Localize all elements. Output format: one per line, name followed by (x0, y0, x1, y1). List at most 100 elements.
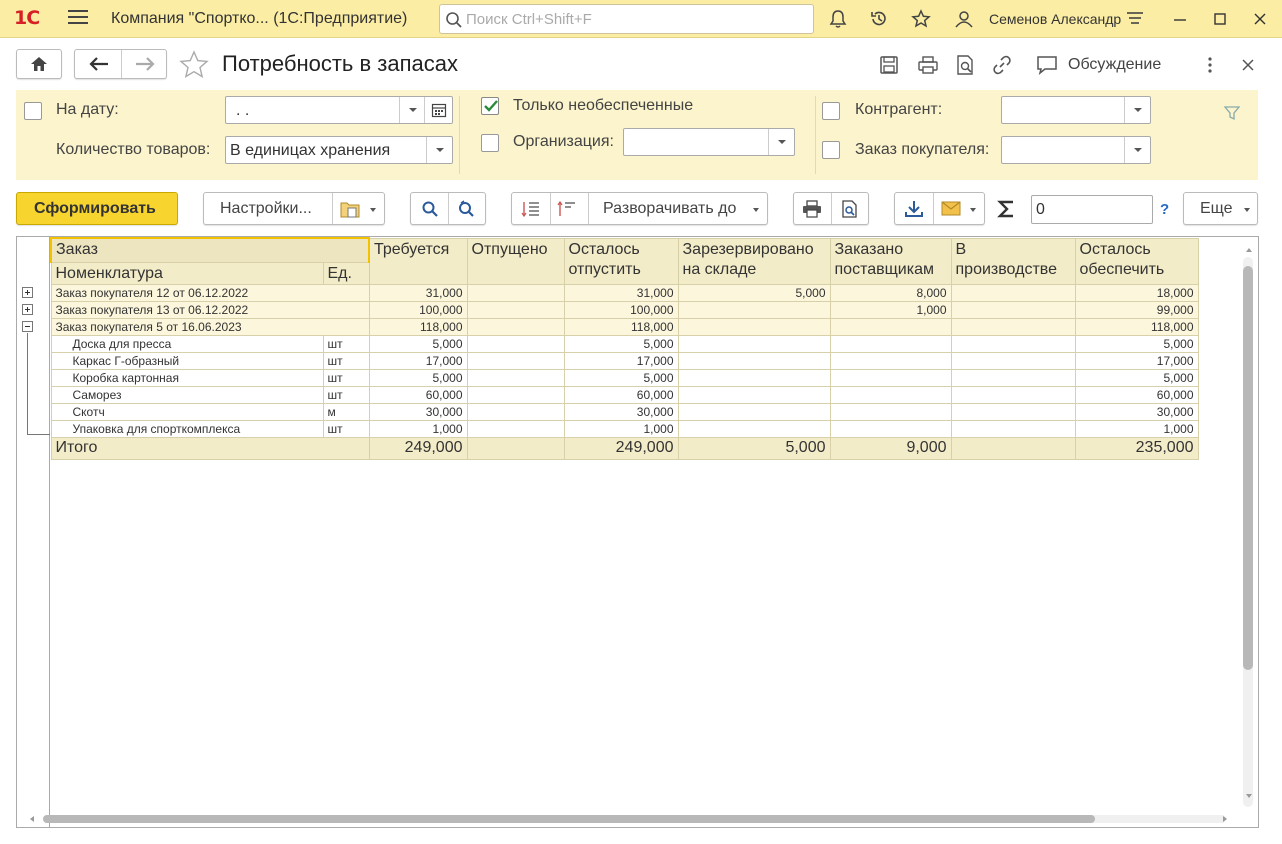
cell-released (466, 385, 565, 404)
contractor-checkbox[interactable] (822, 102, 840, 120)
customer-order-select[interactable] (1001, 136, 1151, 164)
date-input[interactable]: . . (225, 96, 453, 124)
settings-menu-icon[interactable] (1125, 9, 1145, 29)
table-row[interactable]: Заказ покупателя 12 от 06.12.2022 31,000… (50, 283, 1199, 302)
cell-required: 5,000 (368, 334, 468, 353)
global-search-input[interactable]: Поиск Ctrl+Shift+F (439, 4, 814, 34)
only-unsecured-checkbox[interactable] (481, 97, 499, 115)
send-email-icon[interactable] (941, 201, 961, 216)
total-row[interactable]: Итого 249,000 249,000 5,000 9,000 235,00… (50, 436, 1199, 460)
contractor-select[interactable] (1001, 96, 1151, 124)
close-form-icon[interactable] (1237, 54, 1259, 76)
column-header-released[interactable]: Отпущено (466, 237, 565, 285)
email-caret-icon[interactable] (970, 208, 976, 212)
table-row[interactable]: Каркас Г-образный шт 17,000 17,000 17,00… (50, 351, 1199, 370)
sum-value-field[interactable]: 0 (1031, 195, 1153, 224)
column-header-ordered[interactable]: Заказано поставщикам (829, 237, 952, 285)
report-spreadsheet[interactable]: Заказ Требуется Отпущено Осталось отпусти… (16, 236, 1259, 828)
discussion-button[interactable]: Обсуждение (1068, 56, 1161, 74)
cell-ordered (829, 334, 952, 353)
customer-order-checkbox[interactable] (822, 141, 840, 159)
filter-funnel-icon[interactable] (1224, 105, 1240, 121)
table-row[interactable]: Саморез шт 60,000 60,000 60,000 (50, 385, 1199, 404)
report-preview-icon[interactable] (841, 200, 859, 218)
qty-dropdown-button[interactable] (426, 137, 452, 163)
help-button[interactable]: ? (1160, 201, 1169, 218)
print-preview-icon[interactable] (954, 54, 976, 76)
sum-value: 0 (1036, 201, 1045, 218)
home-button[interactable] (16, 49, 62, 79)
history-icon[interactable] (869, 9, 889, 29)
organization-dropdown-button[interactable] (768, 129, 794, 155)
table-row[interactable]: Скотч м 30,000 30,000 30,000 (50, 402, 1199, 421)
expand-group-icon[interactable] (22, 287, 33, 298)
column-header-production[interactable]: Впроизводстве (950, 237, 1076, 285)
back-arrow-icon[interactable] (89, 57, 109, 71)
expand-all-icon[interactable] (521, 200, 541, 218)
scroll-right-arrow-icon[interactable] (1223, 816, 1227, 822)
cell-remaining-secure: 1,000 (1074, 419, 1199, 438)
table-row[interactable]: Заказ покупателя 5 от 16.06.2023 118,000… (50, 317, 1199, 336)
customer-order-dropdown-button[interactable] (1124, 137, 1150, 163)
save-icon[interactable] (878, 54, 900, 76)
favorite-star-icon[interactable] (179, 50, 209, 80)
main-menu-icon[interactable] (68, 10, 88, 26)
table-row[interactable]: Упаковка для спорткомплекса шт 1,000 1,0… (50, 419, 1199, 438)
cell-released (466, 351, 565, 370)
variant-caret-icon[interactable] (370, 208, 376, 212)
close-window-icon[interactable] (1250, 9, 1270, 29)
vertical-scrollbar-thumb[interactable] (1243, 266, 1253, 670)
contractor-label: Контрагент: (855, 101, 943, 118)
user-icon[interactable] (953, 9, 975, 29)
minimize-icon[interactable] (1170, 9, 1190, 29)
column-header-required[interactable]: Требуется (368, 237, 468, 285)
print-icon[interactable] (917, 54, 939, 76)
cell-released (466, 334, 565, 353)
maximize-icon[interactable] (1210, 9, 1230, 29)
horizontal-scrollbar-thumb[interactable] (43, 815, 1095, 823)
column-header-order[interactable]: Заказ (50, 237, 370, 263)
expand-to-button[interactable]: Разворачивать до (603, 200, 736, 218)
find-next-icon[interactable] (457, 200, 477, 218)
notifications-bell-icon[interactable] (828, 9, 848, 29)
report-variant-icon[interactable] (340, 199, 362, 219)
column-header-remaining-secure[interactable]: Осталось обеспечить (1074, 237, 1199, 285)
organization-checkbox[interactable] (481, 134, 499, 152)
table-row[interactable]: Коробка картонная шт 5,000 5,000 5,000 (50, 368, 1199, 387)
date-dropdown-button[interactable] (399, 97, 425, 123)
link-icon[interactable] (991, 54, 1013, 76)
scroll-down-arrow-icon[interactable] (1246, 794, 1252, 798)
discussion-icon[interactable] (1036, 54, 1058, 76)
download-icon[interactable] (904, 200, 924, 218)
more-button[interactable]: Еще (1183, 192, 1258, 225)
contractor-dropdown-button[interactable] (1124, 97, 1150, 123)
scroll-left-arrow-icon[interactable] (30, 816, 34, 822)
date-filter-checkbox[interactable] (24, 102, 42, 120)
settings-button[interactable]: Настройки... (220, 200, 312, 218)
calendar-icon[interactable] (431, 102, 447, 118)
search-icon (446, 12, 462, 28)
more-actions-icon[interactable] (1199, 54, 1221, 76)
column-header-remaining-release[interactable]: Осталось отпустить (563, 237, 679, 285)
expand-to-caret-icon[interactable] (753, 208, 759, 212)
column-header-nomenclature[interactable]: Номенклатура (50, 261, 324, 285)
expand-group-icon[interactable] (22, 304, 33, 315)
favorites-star-icon[interactable] (911, 9, 931, 29)
forward-arrow-icon[interactable] (135, 57, 155, 71)
collapse-all-icon[interactable] (557, 200, 577, 218)
organization-select[interactable] (623, 128, 795, 156)
qty-value: В единицах хранения (230, 142, 391, 159)
generate-report-button[interactable]: Сформировать (16, 192, 178, 225)
qty-select[interactable]: В единицах хранения (225, 136, 453, 164)
column-header-unit[interactable]: Ед. (322, 261, 370, 285)
find-icon[interactable] (421, 200, 439, 218)
table-row[interactable]: Заказ покупателя 13 от 06.12.2022 100,00… (50, 300, 1199, 319)
collapse-group-icon[interactable] (22, 321, 33, 332)
scroll-up-arrow-icon[interactable] (1246, 248, 1252, 252)
cell-remaining-release: 31,000 (563, 283, 679, 302)
table-row[interactable]: Доска для пресса шт 5,000 5,000 5,000 (50, 334, 1199, 353)
column-header-reserved[interactable]: Зарезервировано на складе (677, 237, 831, 285)
print-report-icon[interactable] (802, 200, 822, 218)
header-line: В (955, 240, 967, 258)
current-user-name[interactable]: Семенов Александр (989, 11, 1121, 27)
